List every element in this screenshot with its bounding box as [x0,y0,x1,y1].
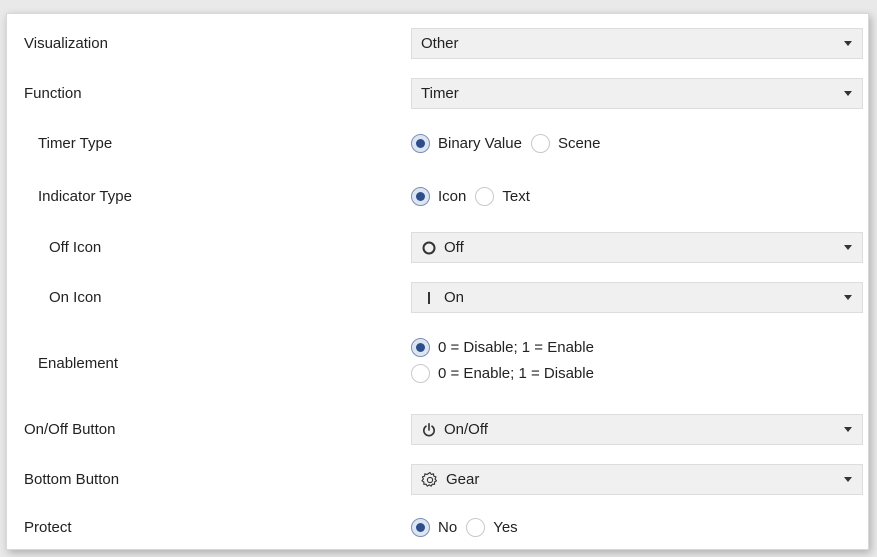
option-label: 0 = Enable; 1 = Disable [438,365,594,382]
off-icon-label: Off Icon [49,239,102,256]
enablement-option-1[interactable]: 0 = Disable; 1 = Enable [411,338,594,357]
row-on-icon: On Icon On [7,282,868,313]
option-label: Icon [438,188,467,205]
radio-selected-icon[interactable] [411,134,430,153]
bottom-button-label: Bottom Button [24,471,120,488]
circle-outline-icon [422,241,436,254]
chevron-down-icon [844,477,852,482]
enablement-label: Enablement [38,355,119,372]
option-label: Scene [557,135,601,152]
protect-option-no[interactable]: No [411,518,457,537]
radio-unselected-icon[interactable] [530,134,550,153]
radio-unselected-icon[interactable] [466,518,486,537]
enablement-option-2[interactable]: 0 = Enable; 1 = Disable [411,364,594,383]
bottom-button-value: Gear [446,471,480,488]
chevron-down-icon [844,427,852,432]
radio-selected-icon[interactable] [411,338,430,357]
option-label: No [438,519,458,536]
enablement-radio-group: 0 = Disable; 1 = Enable 0 = Enable; 1 = … [411,338,603,383]
radio-selected-icon[interactable] [411,187,430,206]
radio-selected-icon[interactable] [411,518,430,537]
indicator-type-radio-group: Icon Text [411,187,539,206]
protect-radio-group: No Yes [411,518,527,537]
row-onoff-button: On/Off Button On/Off [7,414,868,445]
gear-icon [421,471,438,487]
indicator-type-option-icon[interactable]: Icon [411,187,466,206]
vertical-bar-icon [428,291,430,304]
chevron-down-icon [844,41,852,46]
option-label: Yes [493,519,518,536]
radio-unselected-icon[interactable] [411,364,430,383]
row-off-icon: Off Icon Off [7,232,868,263]
on-icon-dropdown[interactable]: On [411,282,863,313]
row-function: Function Timer [7,78,868,109]
protect-option-yes[interactable]: Yes [466,518,518,537]
function-dropdown[interactable]: Timer [411,78,863,109]
off-icon-dropdown[interactable]: Off [411,232,863,263]
parameters-panel: Visualization Other Function Timer Timer… [6,13,869,550]
visualization-dropdown[interactable]: Other [411,28,863,59]
chevron-down-icon [844,91,852,96]
chevron-down-icon [844,295,852,300]
chevron-down-icon [844,245,852,250]
function-label: Function [24,85,82,102]
bottom-button-dropdown[interactable]: Gear [411,464,863,495]
visualization-label: Visualization [24,35,108,52]
timer-type-radio-group: Binary Value Scene [411,134,609,153]
visualization-value: Other [421,35,459,52]
power-icon [423,422,435,436]
row-visualization: Visualization Other [7,28,868,59]
indicator-type-label: Indicator Type [38,188,132,205]
onoff-button-value: On/Off [444,421,488,438]
onoff-button-label: On/Off Button [24,421,116,438]
timer-type-option-binary[interactable]: Binary Value [411,134,522,153]
option-label: Text [502,188,530,205]
row-enablement: Enablement 0 = Disable; 1 = Enable 0 = E… [7,338,868,394]
onoff-button-dropdown[interactable]: On/Off [411,414,863,445]
row-indicator-type: Indicator Type Icon Text [7,185,868,210]
function-value: Timer [421,85,459,102]
radio-unselected-icon[interactable] [475,187,495,206]
timer-type-label: Timer Type [38,135,113,152]
off-icon-value: Off [444,239,464,256]
option-label: 0 = Disable; 1 = Enable [438,339,594,356]
timer-type-option-scene[interactable]: Scene [530,134,601,153]
indicator-type-option-text[interactable]: Text [475,187,530,206]
on-icon-value: On [444,289,465,306]
protect-label: Protect [24,519,72,536]
row-timer-type: Timer Type Binary Value Scene [7,132,868,157]
row-protect: Protect No Yes [7,516,868,541]
row-bottom-button: Bottom Button Gear [7,464,868,495]
option-label: Binary Value [438,135,522,152]
on-icon-label: On Icon [49,289,102,306]
